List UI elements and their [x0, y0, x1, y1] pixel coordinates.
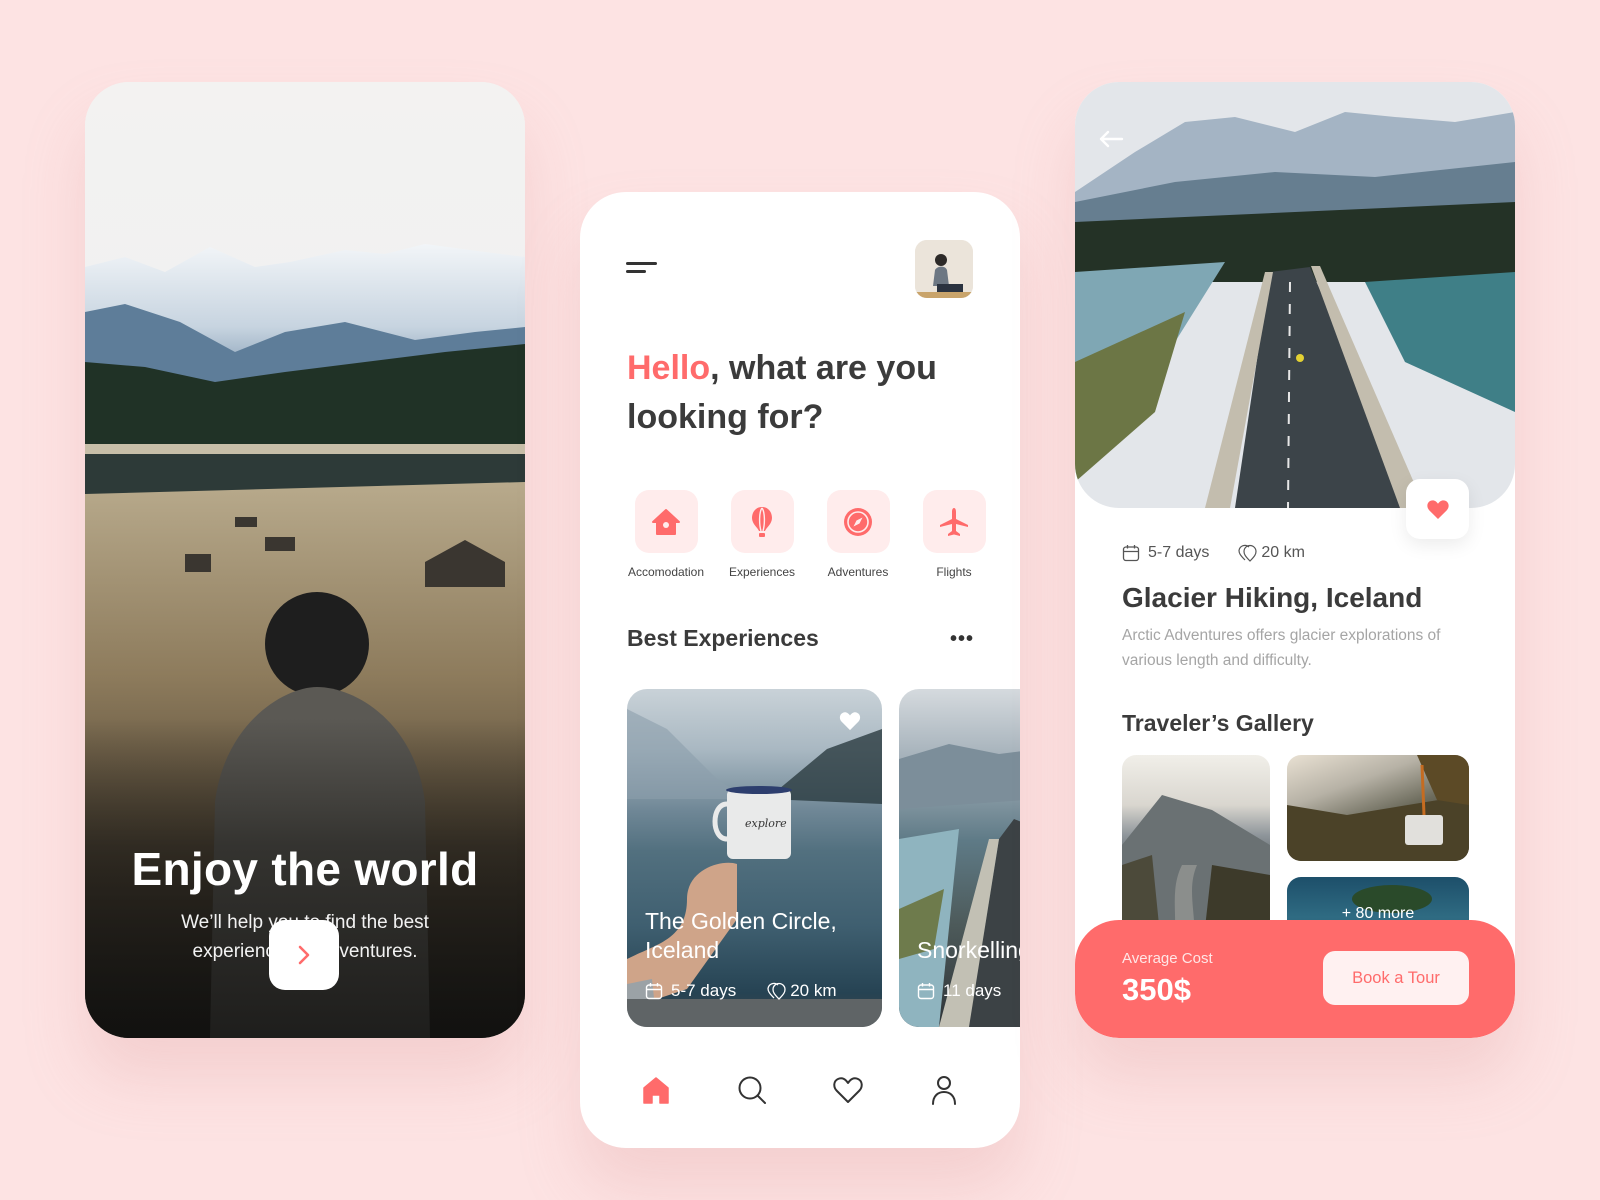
calendar-icon	[645, 983, 663, 1000]
user-icon	[932, 1076, 956, 1105]
card-meta: 11 days	[917, 981, 1001, 1001]
search-icon	[738, 1076, 766, 1104]
cost-label: Average Cost	[1122, 950, 1213, 967]
card-photo: explore	[627, 709, 882, 1027]
card-meta: 5-7 days 20 km	[645, 981, 837, 1001]
greeting-highlight: Hello	[627, 349, 711, 387]
avatar-photo	[915, 240, 973, 298]
category-icon-box	[730, 490, 794, 553]
category-list: Accomodation Experiences Adventures Flig…	[618, 490, 1002, 579]
splash-title: Enjoy the world	[131, 843, 479, 895]
trip-meta: 5-7 days 20 km	[1122, 544, 1305, 562]
airplane-icon	[940, 507, 968, 536]
category-icon-box	[922, 490, 986, 553]
category-accomodation[interactable]: Accomodation	[618, 490, 714, 579]
card-duration: 11 days	[943, 981, 1002, 1000]
favorite-button[interactable]	[1406, 479, 1469, 539]
tab-favorites[interactable]	[828, 1070, 868, 1110]
menu-button[interactable]	[626, 262, 660, 280]
trip-title: Glacier Hiking, Iceland	[1122, 582, 1423, 613]
category-icon-box	[634, 490, 698, 553]
experience-card[interactable]: Snorkelling, Iceland 11 days	[899, 689, 1020, 1027]
user-avatar[interactable]	[915, 240, 973, 298]
card-duration: 5-7 days	[671, 981, 737, 1000]
book-tour-button[interactable]: Book a Tour	[1323, 951, 1469, 1005]
gallery-photo-coffee	[1287, 755, 1469, 861]
bottom-tab-bar	[580, 1070, 1020, 1110]
trip-duration: 5-7 days	[1148, 544, 1210, 561]
section-title: Best Experiences	[627, 625, 819, 651]
category-experiences[interactable]: Experiences	[714, 490, 810, 579]
gallery-image[interactable]	[1287, 755, 1469, 861]
gallery-title: Traveler’s Gallery	[1122, 710, 1314, 736]
location-pins-icon	[1238, 544, 1257, 562]
category-label: Experiences	[728, 565, 796, 579]
calendar-icon	[1122, 545, 1140, 562]
heart-icon	[1426, 499, 1449, 519]
category-label: Adventures	[827, 565, 889, 579]
hero-photo	[1075, 82, 1515, 508]
trip-distance: 20 km	[1261, 544, 1305, 561]
more-options-button[interactable]: •••	[950, 628, 974, 651]
svg-text:explore: explore	[745, 817, 787, 830]
home-icon	[643, 1077, 669, 1104]
experience-card[interactable]: explore The Golden Circle, Iceland 5-7 d…	[627, 689, 882, 1027]
chevron-right-icon	[298, 945, 310, 965]
card-distance: 20 km	[790, 981, 837, 1000]
calendar-icon	[917, 983, 935, 1000]
home-screen: Hello, what are you looking for? Accomod…	[580, 192, 1020, 1148]
tab-home[interactable]	[636, 1070, 676, 1110]
card-title: Snorkelling, Iceland	[917, 937, 1020, 963]
back-button[interactable]	[1097, 127, 1125, 151]
heart-outline-icon	[833, 1077, 863, 1103]
location-pins-icon	[767, 982, 786, 1000]
tab-profile[interactable]	[924, 1070, 964, 1110]
menu-icon-line	[626, 262, 657, 265]
booking-bar: Average Cost 350$ Book a Tour	[1075, 920, 1515, 1038]
house-icon	[652, 508, 680, 535]
cost-value: 350$	[1122, 972, 1191, 1007]
category-adventures[interactable]: Adventures	[810, 490, 906, 579]
road-bridge-photo	[1075, 82, 1515, 508]
next-button[interactable]	[269, 920, 339, 990]
category-flights[interactable]: Flights	[906, 490, 1002, 579]
category-label: Flights	[936, 565, 972, 579]
category-label: Accomodation	[627, 565, 705, 579]
category-icon-box	[826, 490, 890, 553]
splash-screen: Enjoy the world We’ll help you to find t…	[85, 82, 525, 1038]
greeting-heading: Hello, what are you looking for?	[627, 344, 967, 442]
tab-search[interactable]	[732, 1070, 772, 1110]
detail-screen: 5-7 days 20 km Glacier Hiking, Iceland A…	[1075, 82, 1515, 1038]
compass-icon	[844, 507, 872, 536]
hot-air-balloon-icon	[752, 506, 772, 537]
heart-icon[interactable]	[839, 711, 861, 731]
card-photo	[899, 744, 1020, 1027]
menu-icon-line	[626, 270, 646, 273]
card-title: The Golden Circle, Iceland	[645, 908, 837, 963]
arrow-left-icon	[1099, 130, 1124, 148]
trip-description: Arctic Adventures offers glacier explora…	[1122, 627, 1441, 669]
